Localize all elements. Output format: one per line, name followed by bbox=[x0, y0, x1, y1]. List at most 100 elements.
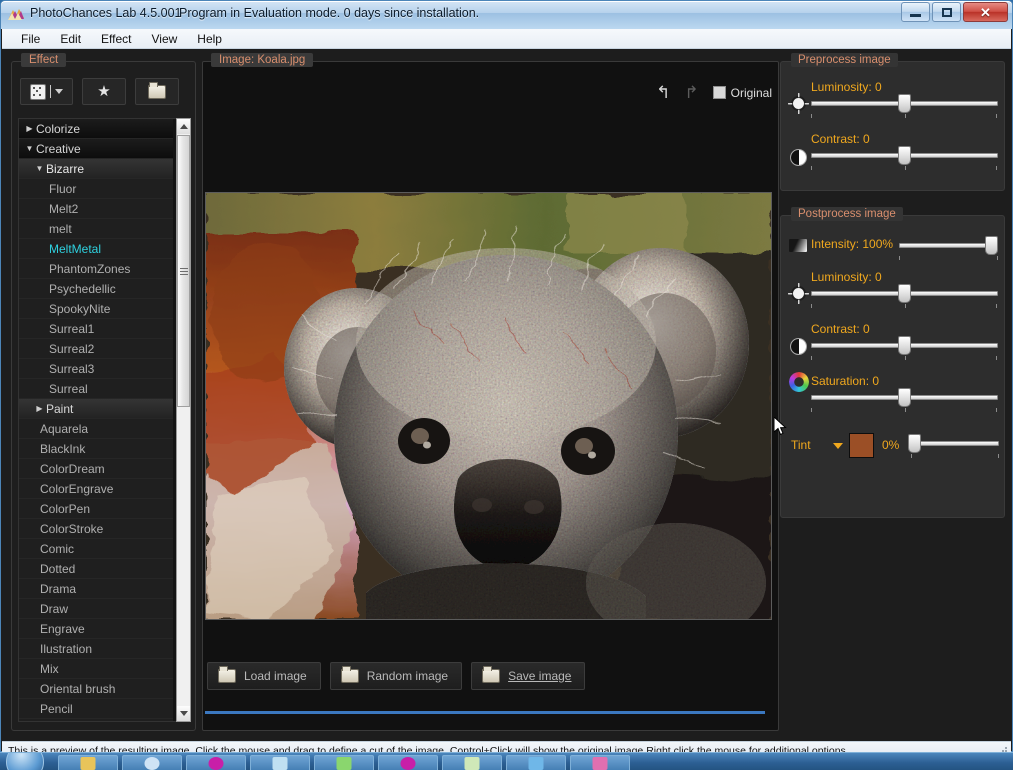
original-checkbox[interactable]: Original bbox=[712, 86, 772, 100]
effect-tree-item-label: melt bbox=[49, 221, 72, 236]
sun-icon bbox=[793, 98, 804, 109]
postprocess-contrast-thumb[interactable] bbox=[898, 336, 911, 355]
scroll-down-button[interactable] bbox=[177, 706, 190, 721]
undo-arrow-icon[interactable]: ↰ bbox=[656, 84, 670, 101]
koala-preview-image[interactable] bbox=[205, 192, 772, 620]
random-effect-button[interactable] bbox=[20, 78, 73, 105]
effect-tree-item-mix[interactable]: Mix bbox=[19, 659, 173, 679]
window-controls: ✕ bbox=[901, 2, 1008, 22]
save-image-button[interactable]: Save image bbox=[471, 662, 586, 690]
menu-file[interactable]: File bbox=[11, 30, 50, 48]
effect-tree-item-surreal1[interactable]: Surreal1 bbox=[19, 319, 173, 339]
effect-tree-item-phantomzones[interactable]: PhantomZones bbox=[19, 259, 173, 279]
effect-tree-item-label: Draw bbox=[40, 601, 69, 616]
random-image-button[interactable]: Random image bbox=[329, 662, 463, 690]
effect-tree-item-label: ColorStroke bbox=[40, 521, 104, 536]
effect-tree-item-spookynite[interactable]: SpookyNite bbox=[19, 299, 173, 319]
tint-color-swatch[interactable] bbox=[849, 433, 874, 458]
effect-tree-item-surreal3[interactable]: Surreal3 bbox=[19, 359, 173, 379]
effect-tree-item-bizarre[interactable]: ▼ Bizarre bbox=[19, 159, 173, 179]
menu-effect[interactable]: Effect bbox=[91, 30, 141, 48]
effect-tree-item-comic[interactable]: Comic bbox=[19, 539, 173, 559]
preprocess-panel-label: Preprocess image bbox=[791, 53, 898, 67]
postprocess-saturation-label: Saturation: 0 bbox=[811, 374, 880, 388]
effect-tree-item-surreal[interactable]: Surreal bbox=[19, 379, 173, 399]
chevron-right-icon[interactable]: ▶ bbox=[23, 124, 36, 133]
taskbar-item-3[interactable] bbox=[186, 755, 246, 770]
preprocess-luminosity-thumb[interactable] bbox=[898, 94, 911, 113]
taskbar-item-4[interactable] bbox=[250, 755, 310, 770]
effect-tree-item-label: SpookyNite bbox=[49, 301, 111, 316]
chevron-down-icon[interactable]: ▼ bbox=[23, 144, 36, 153]
postprocess-saturation-thumb[interactable] bbox=[898, 388, 911, 407]
effect-tree-item-colordream[interactable]: ColorDream bbox=[19, 459, 173, 479]
taskbar-item-8[interactable] bbox=[506, 755, 566, 770]
checkbox-box[interactable] bbox=[712, 86, 726, 99]
effect-tree-item-colorize[interactable]: ▶ Colorize bbox=[19, 119, 173, 139]
taskbar-item-9[interactable] bbox=[570, 755, 630, 770]
chevron-right-icon[interactable]: ▶ bbox=[33, 404, 46, 413]
effect-tree-item-surreal2[interactable]: Surreal2 bbox=[19, 339, 173, 359]
postprocess-intensity-track[interactable] bbox=[899, 243, 998, 248]
taskbar-item-1[interactable] bbox=[58, 755, 118, 770]
effect-tree-item-ilustration[interactable]: Ilustration bbox=[19, 639, 173, 659]
minimize-button[interactable] bbox=[901, 2, 930, 22]
effect-tree-item-aquarela[interactable]: Aquarela bbox=[19, 419, 173, 439]
effect-tree-item-paint[interactable]: ▶ Paint bbox=[19, 399, 173, 419]
postprocess-luminosity-thumb[interactable] bbox=[898, 284, 911, 303]
effect-tree-item-creative[interactable]: ▼ Creative bbox=[19, 139, 173, 159]
title-bar[interactable]: PhotoChances Lab 4.5.001 Program in Eval… bbox=[1, 1, 1012, 29]
effect-tree-item-phantomcolor[interactable]: PhantomColor bbox=[19, 719, 173, 721]
effect-tree-item-melt[interactable]: melt bbox=[19, 219, 173, 239]
effect-tree-item-dotted[interactable]: Dotted bbox=[19, 559, 173, 579]
caret-down-icon[interactable] bbox=[833, 443, 843, 449]
effect-tree-item-pencil[interactable]: Pencil bbox=[19, 699, 173, 719]
windows-taskbar[interactable] bbox=[0, 752, 1013, 770]
preprocess-contrast-thumb[interactable] bbox=[898, 146, 911, 165]
intensity-icon bbox=[789, 239, 807, 252]
favorite-effect-button[interactable]: ★ bbox=[82, 78, 126, 105]
close-window-button[interactable]: ✕ bbox=[963, 2, 1008, 22]
effect-tree-item-label: Engrave bbox=[40, 621, 85, 636]
tint-track[interactable] bbox=[911, 441, 999, 446]
effect-tree-item-oriental-brush[interactable]: Oriental brush bbox=[19, 679, 173, 699]
effect-tree-item-label: Aquarela bbox=[40, 421, 89, 436]
scroll-up-button[interactable] bbox=[177, 119, 190, 134]
effect-tree-item-psychedellic[interactable]: Psychedellic bbox=[19, 279, 173, 299]
postprocess-intensity-thumb[interactable] bbox=[985, 236, 998, 255]
menu-help[interactable]: Help bbox=[187, 30, 232, 48]
load-image-button[interactable]: Load image bbox=[207, 662, 321, 690]
effect-tree-item-colorengrave[interactable]: ColorEngrave bbox=[19, 479, 173, 499]
image-buttons-bar: Load image Random image Save image bbox=[207, 662, 586, 690]
open-effect-button[interactable] bbox=[135, 78, 179, 105]
chevron-down-icon[interactable] bbox=[55, 89, 63, 94]
effect-tree-item-melt2[interactable]: Melt2 bbox=[19, 199, 173, 219]
desktop: PhotoChances Lab 4.5.001 Program in Eval… bbox=[0, 0, 1013, 770]
effect-tree-item-fluor[interactable]: Fluor bbox=[19, 179, 173, 199]
effect-tree-item-drama[interactable]: Drama bbox=[19, 579, 173, 599]
effect-tree-item-colorstroke[interactable]: ColorStroke bbox=[19, 519, 173, 539]
menu-view[interactable]: View bbox=[142, 30, 188, 48]
effect-tree-item-meltmetal[interactable]: MeltMetal bbox=[19, 239, 173, 259]
scrollbar-thumb[interactable] bbox=[177, 135, 190, 407]
effect-tree-item-colorpen[interactable]: ColorPen bbox=[19, 499, 173, 519]
save-image-label: Save image bbox=[508, 669, 572, 683]
effect-tree-item-label: Mix bbox=[40, 661, 59, 676]
taskbar-item-2[interactable] bbox=[122, 755, 182, 770]
tint-thumb[interactable] bbox=[908, 434, 921, 453]
taskbar-item-7[interactable] bbox=[442, 755, 502, 770]
chevron-down-icon[interactable]: ▼ bbox=[33, 164, 46, 173]
effect-tree-item-draw[interactable]: Draw bbox=[19, 599, 173, 619]
redo-arrow-icon[interactable]: ↱ bbox=[684, 84, 698, 101]
taskbar-item-6[interactable] bbox=[378, 755, 438, 770]
effect-tree-item-blackink[interactable]: BlackInk bbox=[19, 439, 173, 459]
effect-tree[interactable]: ▶ Colorize ▼ Creative ▼ Bizarre Fluor Melt2 melt… bbox=[18, 118, 188, 722]
menu-edit[interactable]: Edit bbox=[50, 30, 91, 48]
effect-tree-item-engrave[interactable]: Engrave bbox=[19, 619, 173, 639]
effect-panel-label: Effect bbox=[21, 53, 67, 67]
effect-tree-scrollbar[interactable] bbox=[176, 118, 191, 722]
maximize-button[interactable] bbox=[932, 2, 961, 22]
image-preview-canvas[interactable] bbox=[205, 192, 772, 620]
start-orb-icon[interactable] bbox=[6, 753, 44, 770]
taskbar-item-5[interactable] bbox=[314, 755, 374, 770]
